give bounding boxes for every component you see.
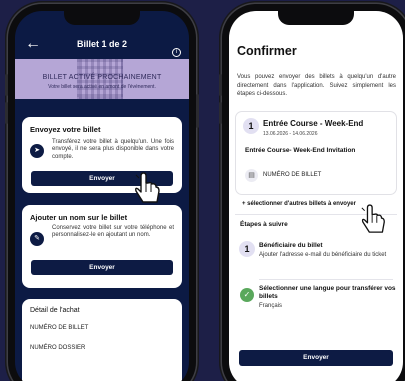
hand-pointer-icon [135,172,160,203]
ticket-number-row: NUMÉRO DE BILLET [30,325,89,331]
add-name-card: Ajouter un nom sur le billet ✎ Conservez… [22,205,182,288]
step-recipient-title[interactable]: Bénéficiaire du billet [259,242,323,250]
notch [278,11,354,25]
step-language-desc: Français [259,303,283,309]
steps-title: Étapes à suivre [240,221,288,228]
add-name-button[interactable]: Envoyer [31,260,173,275]
card-text: Transférez votre billet à quelqu'un. Une… [52,139,174,160]
step-recipient-desc: Ajouter l'adresse e-mail du bénéficiaire… [259,252,387,258]
check-icon: ✓ [240,288,254,302]
purchase-detail-card: Détail de l'achat NUMÉRO DE BILLET NUMÉR… [22,299,182,381]
ticket-icon: ▤ [245,169,258,182]
send-arrow-icon: ➤ [30,144,44,158]
step-divider [259,279,393,280]
ticket-invitation: Entrée Course- Week-End Invitation [245,147,356,154]
page-title: Confirmer [237,44,297,58]
ticket-dates: 13.06.2026 - 14.06.2026 [263,131,318,137]
ticket-number-label: NUMÉRO DE BILLET [263,172,322,178]
page-title: Billet 1 de 2 [76,39,128,49]
hand-pointer-icon [361,204,385,233]
send-button[interactable]: Envoyer [239,350,393,366]
status-bar [229,11,403,33]
right-screen: Confirmer Vous pouvez envoyer des billet… [229,11,403,381]
ticket-name: Entrée Course - Week-End [263,119,364,128]
volume-up-button [219,74,222,96]
banner-subtitle: Votre billet sera activé en amont de l'é… [48,84,156,90]
volume-down-button [5,102,8,124]
ticket-header: ← Billet 1 de 2 [15,33,189,59]
notch [64,11,140,25]
card-title: Ajouter un nom sur le billet [30,213,128,222]
banner-title: BILLET ACTIVÉ PROCHAINEMENT [42,74,162,81]
volume-down-button [219,102,222,124]
select-more-tickets-link[interactable]: + sélectionner d'autres billets à envoye… [242,201,356,207]
power-button [196,94,199,128]
ticket-summary: 1 Entrée Course - Week-End 13.06.2026 - … [235,111,397,195]
card-text: Conservez votre billet sur votre télépho… [52,225,174,239]
pencil-icon: ✎ [30,232,44,246]
left-phone-frame: ← Billet 1 de 2 BILLET ACTIVÉ PROCHAINEM… [5,4,199,381]
step-number-badge: 1 [239,241,255,257]
booking-number-row: NUMÉRO DOSSIER [30,345,86,351]
detail-title: Détail de l'achat [30,307,80,314]
status-bar [15,11,189,33]
info-icon[interactable]: i [172,48,181,57]
ticket-number-badge: 1 [243,118,259,134]
right-phone-frame: Confirmer Vous pouvez envoyer des billet… [219,4,405,381]
activation-banner: BILLET ACTIVÉ PROCHAINEMENT Votre billet… [15,59,189,99]
step-language-title[interactable]: Sélectionner une langue pour transférer … [259,285,397,301]
intro-text: Vous pouvez envoyer des billets à quelqu… [237,74,396,98]
card-title: Envoyez votre billet [30,125,101,134]
volume-up-button [5,74,8,96]
